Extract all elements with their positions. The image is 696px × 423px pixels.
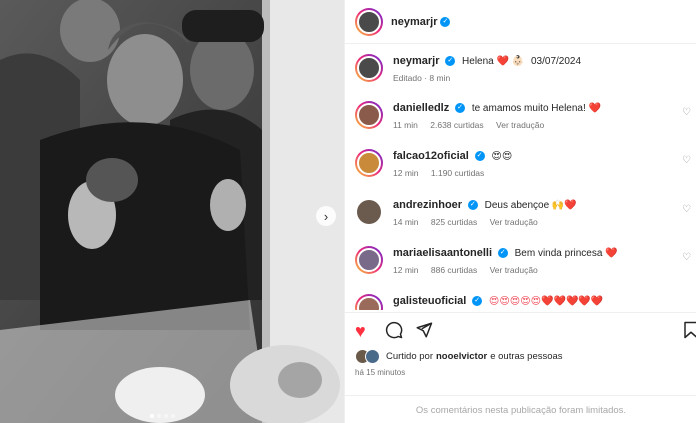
comment-emoji: ❤️ xyxy=(605,248,618,259)
caption-emojis: ❤️ 👶🏻 xyxy=(496,56,525,67)
comment-username[interactable]: mariaelisaantonelli xyxy=(393,247,492,259)
caption-edited: Editado · 8 min xyxy=(393,73,451,83)
likes-user[interactable]: nooelvictor xyxy=(436,351,487,362)
carousel-dot xyxy=(171,414,175,418)
comment-emoji: 😍😍😍😍😍❤️❤️❤️❤️❤️ xyxy=(488,296,604,307)
comment-like-heart-icon[interactable]: ♡ xyxy=(682,155,691,166)
like-heart-icon[interactable]: ♥ xyxy=(355,321,366,341)
verified-icon: ✓ xyxy=(467,200,478,211)
comment-avatar[interactable] xyxy=(355,101,383,129)
comment-text: te amamos muito Helena! xyxy=(471,103,586,114)
chevron-right-icon: › xyxy=(323,208,329,224)
verified-icon: ✓ xyxy=(472,296,483,307)
comment-item: danielledlz ✓ te amamos muito Helena! ❤️… xyxy=(355,101,695,132)
caption-text: Helena xyxy=(462,56,494,67)
caption-date: 03/07/2024 xyxy=(531,56,582,67)
comment-avatar[interactable] xyxy=(355,294,383,310)
comment-likes[interactable]: 1.190 curtidas xyxy=(431,168,484,178)
post-photo: › xyxy=(0,0,344,423)
comment-avatar[interactable] xyxy=(355,149,383,177)
comment-emoji: ❤️ xyxy=(588,103,601,114)
comment-item: mariaelisaantonelli ✓ Bem vinda princesa… xyxy=(355,246,695,277)
action-bar: ♥ xyxy=(345,312,696,352)
bookmark-icon[interactable] xyxy=(683,321,696,343)
verified-icon: ✓ xyxy=(445,56,456,67)
share-icon[interactable] xyxy=(415,321,433,343)
comment-username[interactable]: falcao12oficial xyxy=(393,150,469,162)
post-header: neymarjr ✓ xyxy=(345,0,696,44)
comment-item: galisteuoficial ✓ 😍😍😍😍😍❤️❤️❤️❤️❤️ xyxy=(355,294,695,310)
carousel-dots xyxy=(150,414,175,418)
verified-icon: ✓ xyxy=(474,151,485,162)
post-panel: neymarjr ✓ neymarjr ✓ Helena ❤️ 👶🏻 03/07… xyxy=(344,0,696,423)
comment-like-heart-icon[interactable]: ♡ xyxy=(682,252,691,263)
carousel-dot xyxy=(157,414,161,418)
author-avatar[interactable] xyxy=(355,7,383,36)
comment-time: 12 min xyxy=(393,265,419,275)
caption-avatar[interactable] xyxy=(355,54,383,82)
liker-avatar xyxy=(365,349,380,364)
comment-emoji: 😍😍 xyxy=(491,151,513,162)
comment-username[interactable]: danielledlz xyxy=(393,102,449,114)
comment-item: falcao12oficial ✓ 😍😍 12 min 1.190 curtid… xyxy=(355,149,695,180)
comment-text: Deus abençoe xyxy=(484,200,550,211)
comment-like-heart-icon[interactable]: ♡ xyxy=(682,107,691,118)
likes-prefix: Curtido por xyxy=(386,351,433,362)
author-username[interactable]: neymarjr xyxy=(391,16,437,28)
caption: neymarjr ✓ Helena ❤️ 👶🏻 03/07/2024 Edita… xyxy=(355,54,581,85)
carousel-dot xyxy=(164,414,168,418)
post-time: há 15 minutos xyxy=(355,368,406,377)
likes-suffix[interactable]: e outras pessoas xyxy=(490,351,562,362)
comment-time: 11 min xyxy=(393,120,418,130)
next-photo-button[interactable]: › xyxy=(316,206,336,226)
see-translation-link[interactable]: Ver tradução xyxy=(490,265,538,275)
comments-list: neymarjr ✓ Helena ❤️ 👶🏻 03/07/2024 Edita… xyxy=(345,44,696,310)
verified-icon: ✓ xyxy=(455,103,466,114)
comment-likes[interactable]: 2.638 curtidas xyxy=(430,120,483,130)
see-translation-link[interactable]: Ver tradução xyxy=(496,120,544,130)
comment-username[interactable]: andrezinhoer xyxy=(393,199,462,211)
comment-avatar[interactable] xyxy=(357,200,381,224)
comment-emoji: 🙌❤️ xyxy=(551,200,577,211)
comment-avatar[interactable] xyxy=(355,246,383,274)
comment-likes[interactable]: 825 curtidas xyxy=(431,217,477,227)
comment-likes[interactable]: 886 curtidas xyxy=(431,265,477,275)
comment-like-heart-icon[interactable]: ♡ xyxy=(682,204,691,215)
comment-time: 14 min xyxy=(393,217,419,227)
comment-username[interactable]: galisteuoficial xyxy=(393,295,466,307)
comment-item: andrezinhoer ✓ Deus abençoe 🙌❤️ 14 min 8… xyxy=(355,198,695,229)
caption-username[interactable]: neymarjr xyxy=(393,55,439,67)
comment-text: Bem vinda princesa xyxy=(514,248,603,259)
likes-summary: Curtido por nooelvictor e outras pessoas xyxy=(355,349,563,364)
see-translation-link[interactable]: Ver tradução xyxy=(490,217,538,227)
verified-icon: ✓ xyxy=(440,16,451,27)
comment-icon[interactable] xyxy=(385,321,403,343)
verified-icon: ✓ xyxy=(497,248,508,259)
photo-illustration xyxy=(0,0,344,423)
comment-time: 12 min xyxy=(393,168,419,178)
carousel-dot xyxy=(150,414,154,418)
comments-limited-notice: Os comentários nesta publicação foram li… xyxy=(345,395,696,423)
